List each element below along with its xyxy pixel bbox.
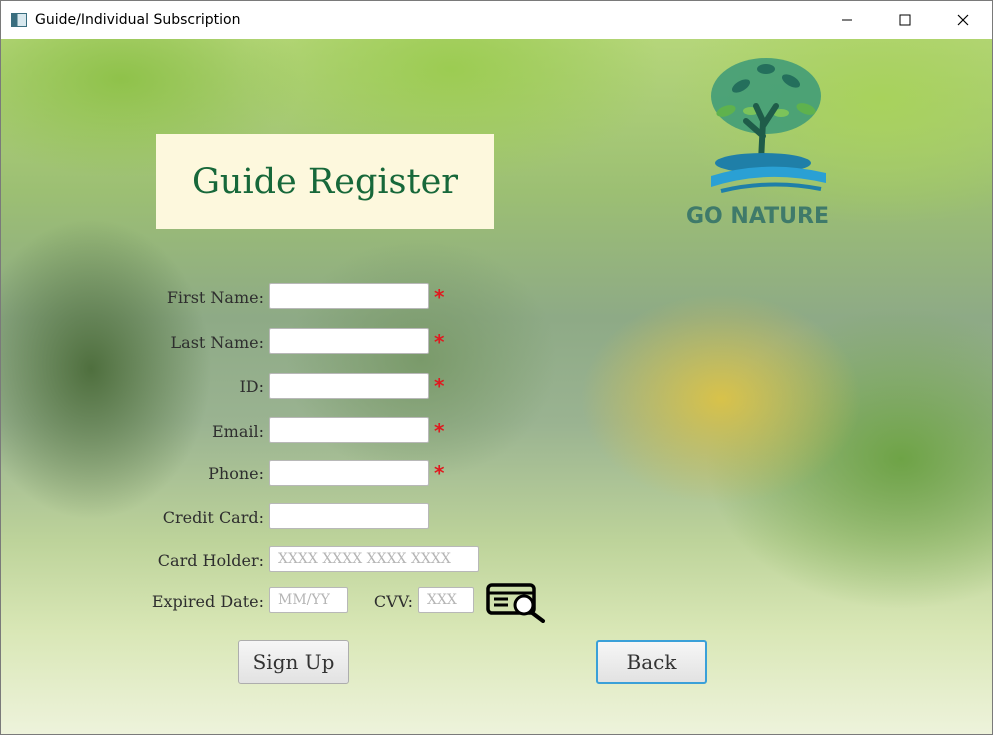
email-required-marker: * [434, 419, 445, 443]
email-label: Email: [211, 422, 264, 441]
sign-up-button[interactable]: Sign Up [238, 640, 349, 684]
last-name-input[interactable] [269, 328, 429, 354]
title-bar: Guide/Individual Subscription [1, 1, 992, 39]
credit-card-label: Credit Card: [162, 508, 264, 527]
id-input[interactable] [269, 373, 429, 399]
first-name-label: First Name: [166, 288, 264, 307]
page-title-box: Guide Register [156, 134, 494, 229]
phone-required-marker: * [434, 461, 445, 485]
cvv-card-search-icon [486, 583, 545, 623]
back-button[interactable]: Back [596, 640, 707, 684]
cvv-input[interactable] [418, 587, 474, 613]
logo-text: GO NATURE [686, 204, 829, 229]
card-holder-input[interactable] [269, 546, 479, 572]
maximize-icon [899, 14, 911, 26]
minimize-icon [842, 19, 852, 21]
phone-label: Phone: [208, 464, 264, 483]
id-label: ID: [239, 377, 264, 396]
phone-input[interactable] [269, 460, 429, 486]
first-name-required-marker: * [434, 285, 445, 309]
maximize-button[interactable] [876, 1, 934, 39]
app-icon [11, 13, 27, 27]
tree-logo-icon: GO NATURE [686, 58, 829, 229]
close-icon [957, 14, 969, 26]
app-window: Guide/Individual Subscription Guide Regi… [0, 0, 993, 735]
expired-date-label: Expired Date: [151, 592, 264, 611]
close-button[interactable] [934, 1, 992, 39]
window-title: Guide/Individual Subscription [35, 12, 241, 28]
credit-card-input[interactable] [269, 503, 429, 529]
expired-date-input[interactable] [269, 587, 348, 613]
last-name-required-marker: * [434, 330, 445, 354]
cvv-label: CVV: [373, 592, 413, 611]
last-name-label: Last Name: [170, 333, 264, 352]
background-scene: Guide Register GO NATURE First Name: * L… [1, 39, 992, 734]
first-name-input[interactable] [269, 283, 429, 309]
minimize-button[interactable] [818, 1, 876, 39]
go-nature-logo: GO NATURE [681, 51, 851, 231]
id-required-marker: * [434, 374, 445, 398]
email-input[interactable] [269, 417, 429, 443]
window-controls [818, 1, 992, 39]
page-title: Guide Register [191, 161, 459, 202]
card-holder-label: Card Holder: [157, 551, 264, 570]
